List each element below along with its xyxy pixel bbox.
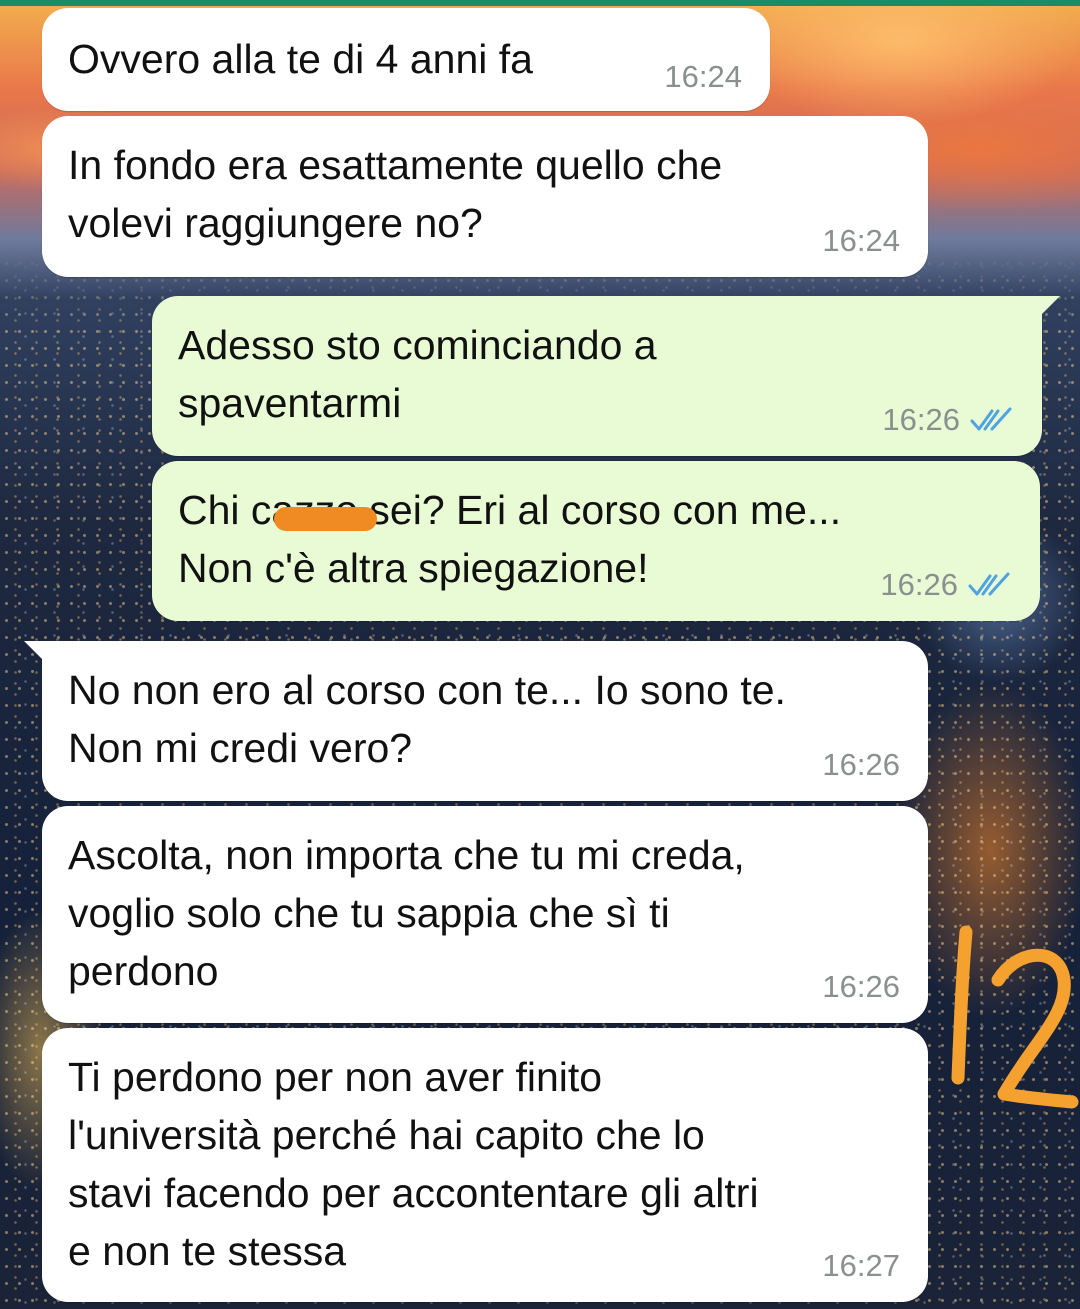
message-time: 16:24 [822,223,900,258]
message-time: 16:24 [664,59,742,94]
message-meta: 16:26 [882,402,1014,438]
message-bubble-incoming[interactable]: Ti perdono per non aver finito l'univers… [42,1028,928,1302]
handwritten-number-annotation: 12 [951,925,1079,1109]
message-bubble-incoming[interactable]: In fondo era esattamente quello che vole… [42,116,928,277]
message-text: Ti perdono per non aver finito l'univers… [68,1054,759,1274]
message-meta: 16:26 [880,567,1012,603]
message-text: Chi cazzo sei? Eri al corso con me... No… [178,487,842,591]
message-time: 16:26 [882,402,960,437]
message-text: Adesso sto cominciando a spaventarmi [178,322,657,426]
message-time: 16:27 [822,1248,900,1283]
message-meta: 16:24 [822,223,900,259]
message-time: 16:26 [822,969,900,1004]
message-time: 16:26 [880,567,958,602]
message-meta: 16:26 [822,969,900,1005]
message-meta: 16:26 [822,747,900,783]
message-bubble-incoming[interactable]: Ovvero alla te di 4 anni fa 16:24 [42,8,770,111]
message-text: In fondo era esattamente quello che vole… [68,142,723,246]
message-bubble-outgoing[interactable]: Adesso sto cominciando a spaventarmi 16:… [152,296,1060,456]
message-meta: 16:27 [822,1248,900,1284]
double-check-read-icon [968,572,1010,596]
message-time: 16:26 [822,747,900,782]
message-text: No non ero al corso con te... Io sono te… [68,667,786,771]
message-bubble-outgoing[interactable]: Chi cazzo sei? Eri al corso con me... No… [152,461,1040,621]
message-bubble-incoming[interactable]: Ascolta, non importa che tu mi creda, vo… [42,806,928,1023]
double-check-read-icon [970,407,1012,431]
message-bubble-incoming[interactable]: No non ero al corso con te... Io sono te… [24,641,928,801]
app-bar-edge [0,0,1080,6]
message-text: Ascolta, non importa che tu mi creda, vo… [68,832,745,994]
message-text: Ovvero alla te di 4 anni fa [68,36,533,82]
message-meta: 16:24 [664,59,742,95]
redaction-marker [274,507,377,531]
